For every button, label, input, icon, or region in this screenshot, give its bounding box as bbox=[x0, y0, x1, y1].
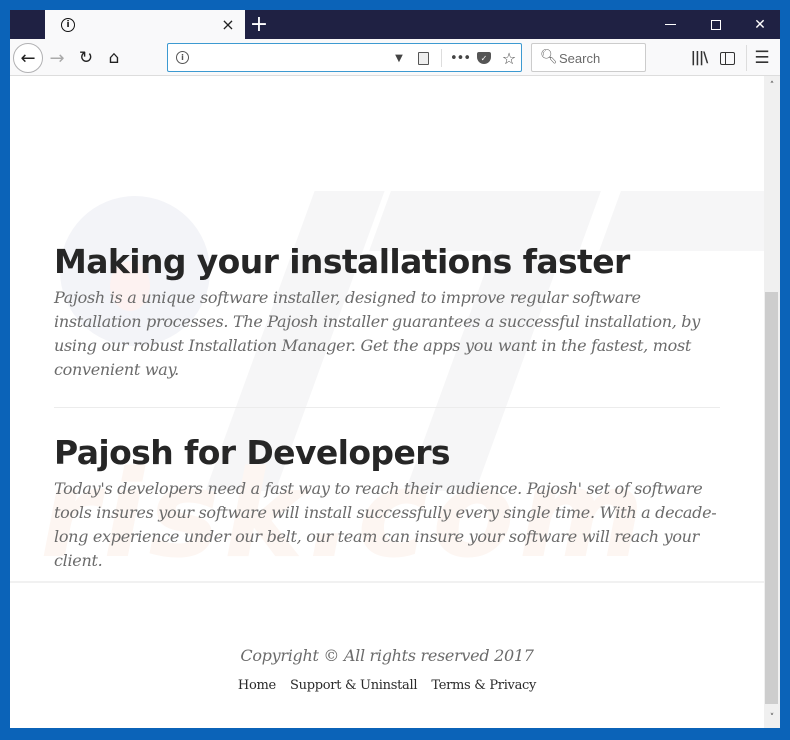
footer-link-support-uninstall[interactable]: Support & Uninstall bbox=[290, 678, 417, 693]
tab-strip-spacer bbox=[10, 10, 45, 39]
url-dropdown-chevron-icon[interactable]: ▼ bbox=[392, 48, 406, 68]
section-divider bbox=[54, 407, 720, 408]
reload-icon: ↻ bbox=[78, 48, 94, 68]
home-icon: ⌂ bbox=[108, 48, 120, 68]
reload-button[interactable]: ↻ bbox=[72, 44, 100, 72]
section-body: Today's developers need a fast way to re… bbox=[54, 479, 717, 570]
page-actions-button[interactable]: ••• bbox=[450, 48, 471, 68]
footer-link-terms-privacy[interactable]: Terms & Privacy bbox=[431, 678, 536, 693]
active-tab[interactable]: i × bbox=[45, 10, 245, 40]
pocket-button[interactable]: ✓ bbox=[476, 48, 492, 68]
search-input[interactable] bbox=[559, 48, 641, 68]
forward-button[interactable]: → bbox=[43, 44, 71, 72]
section-developers: Pajosh for Developers Today's developers… bbox=[54, 433, 720, 573]
library-button[interactable]: |||\ bbox=[690, 48, 708, 68]
back-button[interactable]: ← bbox=[13, 43, 43, 73]
search-box[interactable]: 🔍︎ bbox=[531, 43, 646, 72]
navigation-toolbar: ← → ↻ ⌂ i ▼ ••• ✓ ☆ 🔍︎ |||\ ☰ bbox=[10, 39, 780, 76]
hamburger-menu-button[interactable]: ☰ bbox=[752, 48, 772, 68]
maximize-icon bbox=[711, 19, 721, 30]
browser-window: i × + ✕ ← → ↻ ⌂ i ▼ ••• ✓ ☆ 🔍︎ |||\ bbox=[10, 10, 780, 728]
pocket-icon: ✓ bbox=[477, 52, 491, 64]
footer-nav: Home Support & Uninstall Terms & Privacy bbox=[10, 678, 764, 693]
home-button[interactable]: ⌂ bbox=[100, 44, 128, 72]
close-tab-button[interactable]: × bbox=[219, 15, 237, 34]
maximize-button[interactable] bbox=[696, 10, 736, 39]
site-info-icon: i bbox=[61, 18, 75, 32]
scrollbar-thumb[interactable] bbox=[765, 292, 778, 704]
section-installations: Making your installations faster Pajosh … bbox=[54, 242, 720, 382]
scroll-up-arrow-icon[interactable]: ˄ bbox=[764, 78, 780, 94]
bookmark-star-button[interactable]: ☆ bbox=[500, 48, 518, 68]
footer-link-home[interactable]: Home bbox=[238, 678, 276, 693]
main-content: Making your installations faster Pajosh … bbox=[54, 242, 720, 573]
new-tab-button[interactable]: + bbox=[248, 12, 270, 37]
page-info-icon[interactable]: i bbox=[176, 51, 189, 64]
scroll-down-arrow-icon[interactable]: ˅ bbox=[764, 710, 780, 726]
minimize-icon bbox=[664, 24, 676, 25]
copyright-text: Copyright © All rights reserved 2017 bbox=[240, 646, 534, 665]
back-arrow-icon: ← bbox=[20, 47, 36, 69]
url-bar-separator bbox=[441, 49, 442, 67]
minimize-button[interactable] bbox=[650, 10, 690, 39]
vertical-scrollbar[interactable]: ˄ ˅ bbox=[764, 76, 780, 728]
sidebar-icon bbox=[719, 51, 735, 65]
section-body: Pajosh is a unique software installer, d… bbox=[54, 288, 700, 379]
section-heading: Pajosh for Developers bbox=[54, 433, 451, 472]
search-icon: 🔍︎ bbox=[540, 49, 558, 65]
reader-view-icon bbox=[417, 51, 429, 65]
toolbar-separator bbox=[746, 45, 747, 71]
tab-strip: i × + ✕ bbox=[10, 10, 780, 40]
url-input[interactable] bbox=[196, 48, 386, 68]
sidebar-button[interactable] bbox=[718, 48, 736, 68]
forward-arrow-icon: → bbox=[49, 47, 65, 69]
footer-divider bbox=[10, 581, 764, 583]
reader-view-button[interactable] bbox=[416, 48, 430, 68]
page-viewport: risk.com Making your installations faste… bbox=[10, 76, 764, 728]
url-bar[interactable]: i ▼ ••• ✓ ☆ bbox=[167, 43, 522, 72]
close-window-button[interactable]: ✕ bbox=[740, 10, 780, 39]
section-heading: Making your installations faster bbox=[54, 242, 630, 281]
